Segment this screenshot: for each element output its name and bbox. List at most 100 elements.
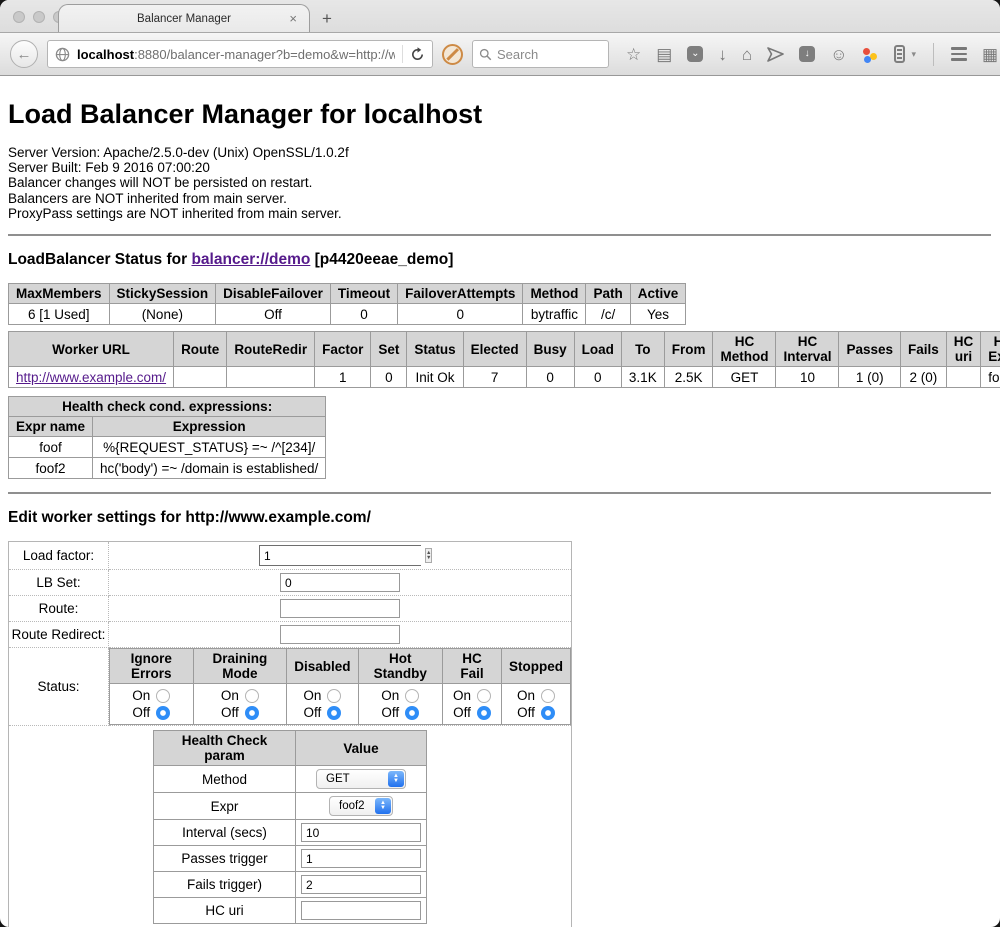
worker-table: Worker URL Route RouteRedir Factor Set S…	[8, 331, 1000, 388]
hc-fail-on-radio[interactable]	[477, 689, 491, 703]
col-hc-expr: HC Expr	[981, 332, 1000, 367]
disabled-off-radio[interactable]	[327, 706, 341, 720]
save-page-icon[interactable]: ↓	[799, 46, 815, 62]
pocket-icon[interactable]: ⌄	[687, 46, 703, 62]
hot-standby-off-radio[interactable]	[405, 706, 419, 720]
col-expr-name: Expr name	[9, 417, 93, 437]
colored-dots-extension-icon[interactable]	[862, 46, 879, 63]
server-built: Server Built: Feb 9 2016 07:00:20	[8, 160, 991, 175]
cell-method: bytraffic	[523, 304, 586, 325]
cell-from: 2.5K	[664, 367, 713, 388]
reading-list-icon[interactable]: ▤	[656, 46, 672, 63]
col-factor: Factor	[315, 332, 371, 367]
url-text[interactable]: localhost:8880/balancer-manager?b=demo&w…	[77, 47, 395, 62]
browser-window: Balancer Manager × + ← localhost:8880/ba…	[0, 0, 1000, 927]
cell-status: Init Ok	[407, 367, 463, 388]
form-row-route-redirect: Route Redirect:	[9, 622, 572, 648]
draining-mode-on-radio[interactable]	[245, 689, 259, 703]
route-redirect-input[interactable]	[280, 625, 400, 644]
chevron-down-icon[interactable]: ▾	[911, 49, 916, 60]
number-spinner[interactable]: ▲▼	[425, 548, 432, 563]
form-row-route: Route:	[9, 596, 572, 622]
col-failoverattempts: FailoverAttempts	[398, 284, 523, 304]
cell-load: 0	[574, 367, 621, 388]
table-row: foof %{REQUEST_STATUS} =~ /^[234]/	[9, 437, 326, 458]
spinner-down-icon[interactable]: ▼	[426, 556, 431, 561]
note-persist: Balancer changes will NOT be persisted o…	[8, 175, 991, 190]
col-hot-standby: Hot Standby	[358, 649, 442, 684]
url-bar[interactable]: localhost:8880/balancer-manager?b=demo&w…	[47, 40, 433, 68]
off-label: Off	[517, 704, 535, 721]
on-label: On	[517, 687, 535, 704]
interval-input[interactable]	[301, 823, 421, 842]
toolbar-icons: ☆ ▤ ⌄ ↓ ⌂ ↓ ☺ ▾ ▦	[626, 43, 998, 66]
search-input[interactable]	[497, 47, 602, 62]
cell-path: /c/	[586, 304, 630, 325]
table-row: http://www.example.com/ 1 0 Init Ok 7 0 …	[9, 367, 1000, 388]
worker-url-link[interactable]: http://www.example.com/	[16, 370, 166, 385]
downloads-icon[interactable]: ↓	[718, 46, 727, 63]
home-icon[interactable]: ⌂	[742, 46, 752, 63]
draining-mode-off-radio[interactable]	[245, 706, 259, 720]
disabled-on-radio[interactable]	[327, 689, 341, 703]
close-window-button[interactable]	[13, 11, 25, 23]
balancer-demo-link[interactable]: balancer://demo	[191, 251, 310, 268]
status-heading-prefix: LoadBalancer Status for	[8, 251, 191, 268]
back-button[interactable]: ←	[10, 40, 38, 68]
cell-to: 3.1K	[621, 367, 664, 388]
tab-balancer-manager[interactable]: Balancer Manager ×	[58, 4, 310, 32]
hc-fail-off-radio[interactable]	[477, 706, 491, 720]
ignore-errors-on-radio[interactable]	[156, 689, 170, 703]
table-row: Interval (secs)	[154, 820, 427, 846]
tab-close-icon[interactable]: ×	[289, 11, 297, 26]
col-load: Load	[574, 332, 621, 367]
route-input[interactable]	[280, 599, 400, 618]
col-routeredir: RouteRedir	[227, 332, 315, 367]
stopped-off-radio[interactable]	[541, 706, 555, 720]
new-tab-button[interactable]: +	[322, 9, 332, 29]
table-row: Method GET ▲▼	[154, 766, 427, 793]
method-select[interactable]: GET ▲▼	[316, 769, 406, 789]
page-title: Load Balancer Manager for localhost	[8, 99, 991, 130]
col-hc-uri: HC uri	[946, 332, 981, 367]
cell-factor: 1	[315, 367, 371, 388]
adblock-icon[interactable]	[442, 44, 463, 65]
note-proxypass: ProxyPass settings are NOT inherited fro…	[8, 206, 991, 221]
on-label: On	[381, 687, 399, 704]
menu-icon[interactable]	[951, 47, 967, 61]
method-label: Method	[154, 766, 296, 793]
minimize-window-button[interactable]	[33, 11, 45, 23]
reload-button[interactable]	[410, 47, 425, 62]
balancer-status-table: MaxMembers StickySession DisableFailover…	[8, 283, 686, 325]
hc-uri-input[interactable]	[301, 901, 421, 920]
col-set: Set	[371, 332, 407, 367]
fails-trigger-input[interactable]	[301, 875, 421, 894]
ignore-errors-off-radio[interactable]	[156, 706, 170, 720]
archive-extension-icon[interactable]	[894, 45, 905, 63]
stopped-on-radio[interactable]	[541, 689, 555, 703]
cell-timeout: 0	[330, 304, 397, 325]
load-factor-field: ▲▼	[259, 545, 421, 566]
url-path: :8880/balancer-manager?b=demo&w=http://w…	[134, 47, 395, 62]
feedback-smiley-icon[interactable]: ☺	[830, 46, 847, 63]
note-balancers: Balancers are NOT inherited from main se…	[8, 191, 991, 206]
tab-bar: Balancer Manager × +	[0, 0, 1000, 33]
on-label: On	[132, 687, 150, 704]
route-label: Route:	[9, 596, 109, 622]
table-row: Passes trigger	[154, 846, 427, 872]
send-icon[interactable]	[767, 47, 784, 62]
status-heading-suffix: [p4420eeae_demo]	[310, 251, 453, 268]
navigation-toolbar: ← localhost:8880/balancer-manager?b=demo…	[0, 33, 1000, 76]
expr-select[interactable]: foof2 ▲▼	[329, 796, 393, 816]
load-factor-input[interactable]	[260, 546, 423, 565]
bookmark-star-icon[interactable]: ☆	[626, 46, 641, 63]
col-draining-mode: Draining Mode	[193, 649, 287, 684]
apps-grid-icon[interactable]: ▦	[982, 46, 998, 63]
passes-trigger-input[interactable]	[301, 849, 421, 868]
cell-route	[174, 367, 227, 388]
hot-standby-on-radio[interactable]	[405, 689, 419, 703]
search-bar[interactable]	[472, 40, 609, 68]
status-radio-table: Ignore Errors Draining Mode Disabled Hot…	[109, 648, 571, 725]
cell-hc-expr: foof2	[981, 367, 1000, 388]
lb-set-input[interactable]	[280, 573, 400, 592]
